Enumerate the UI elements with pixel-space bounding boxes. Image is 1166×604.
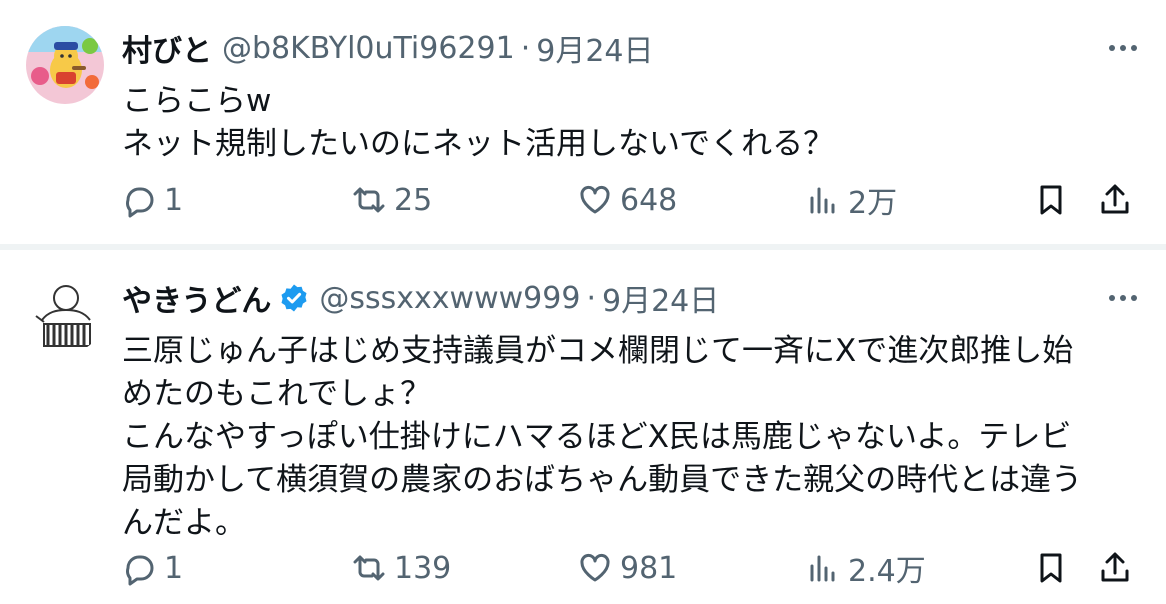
tweet-text-line: ネット規制したいのにネット活用しないでくれる？ [122, 126, 835, 162]
reply-button[interactable]: 1 [120, 178, 183, 222]
tweet-text-line: めたのもこれでしょ？ [122, 376, 432, 412]
bookmark-icon [1040, 553, 1062, 583]
tweet-header: 村びと @b8KBYl0uTi96291 · 9月24日 [122, 26, 654, 70]
views-button[interactable]: 2.4万 [804, 546, 926, 590]
tweet-header: やきうどん @sssxxxwww999 · 9月24日 [122, 276, 719, 320]
tweet-text: 三原じゅん子はじめ支持議員がコメ欄閉じて一斉にXで進次郎推し始 めたのもこれでし… [122, 330, 1142, 545]
reply-count: 1 [164, 550, 184, 586]
verified-badge-icon[interactable] [279, 283, 309, 313]
retweet-icon [353, 187, 385, 213]
retweet-button[interactable]: 25 [350, 178, 432, 222]
tweet-text-line: 三原じゅん子はじめ支持議員がコメ欄閉じて一斉にXで進次郎推し始 [122, 333, 1074, 369]
avatar[interactable] [26, 26, 104, 104]
separator: · [520, 30, 531, 66]
share-icon [1101, 552, 1129, 582]
share-button[interactable] [1096, 178, 1134, 222]
action-bar: 1 139 981 2.4万 [120, 546, 1142, 590]
like-button[interactable]: 981 [576, 546, 677, 590]
tweet-text-line: んだよ。 [122, 505, 246, 541]
separator: · [586, 280, 596, 316]
like-count: 648 [620, 182, 678, 218]
share-button[interactable] [1096, 546, 1134, 590]
tweet[interactable]: やきうどん @sssxxxwww999 · 9月24日 三原じゅん子はじめ支持議… [0, 250, 1166, 604]
post-date[interactable]: 9月24日 [536, 26, 653, 70]
view-count: 2万 [848, 186, 898, 221]
bookmark-button[interactable] [1032, 546, 1070, 590]
reply-count: 1 [164, 182, 184, 218]
heart-icon [580, 186, 610, 214]
retweet-count: 25 [394, 182, 433, 218]
display-name[interactable]: 村びと [122, 26, 212, 70]
reply-button[interactable]: 1 [120, 546, 183, 590]
tweet-text-line: 局動かして横須賀の農家のおばちゃん動員できた親父の時代とは違う [122, 462, 1083, 498]
post-date[interactable]: 9月24日 [602, 276, 719, 320]
bookmark-icon [1040, 185, 1062, 215]
views-icon [810, 187, 835, 214]
heart-icon [580, 554, 610, 582]
more-icon[interactable] [1106, 286, 1140, 310]
avatar[interactable] [26, 276, 104, 354]
tweet-text-line: こんなやすっぽい仕掛けにハマるほどX民は馬鹿じゃないよ。テレビ [122, 419, 1072, 455]
retweet-button[interactable]: 139 [350, 546, 451, 590]
action-bar: 1 25 648 2万 [120, 178, 1142, 222]
retweet-icon [353, 555, 385, 581]
reply-icon [126, 555, 154, 586]
views-icon [810, 555, 835, 582]
bookmark-button[interactable] [1032, 178, 1070, 222]
more-icon[interactable] [1106, 36, 1140, 60]
display-name[interactable]: やきうどん [122, 276, 271, 320]
tweet[interactable]: 村びと @b8KBYl0uTi96291 · 9月24日 こらこらw ネット規制… [0, 0, 1166, 244]
tweet-text: こらこらw ネット規制したいのにネット活用しないでくれる？ [122, 80, 1142, 166]
like-count: 981 [620, 550, 678, 586]
views-button[interactable]: 2万 [804, 178, 897, 222]
user-handle[interactable]: @b8KBYl0uTi96291 [222, 31, 515, 66]
tweet-text-line: こらこらw [122, 83, 272, 119]
like-button[interactable]: 648 [576, 178, 677, 222]
share-icon [1101, 184, 1129, 214]
reply-icon [126, 187, 154, 218]
view-count: 2.4万 [848, 554, 926, 589]
retweet-count: 139 [394, 550, 452, 586]
user-handle[interactable]: @sssxxxwww999 [319, 281, 580, 316]
